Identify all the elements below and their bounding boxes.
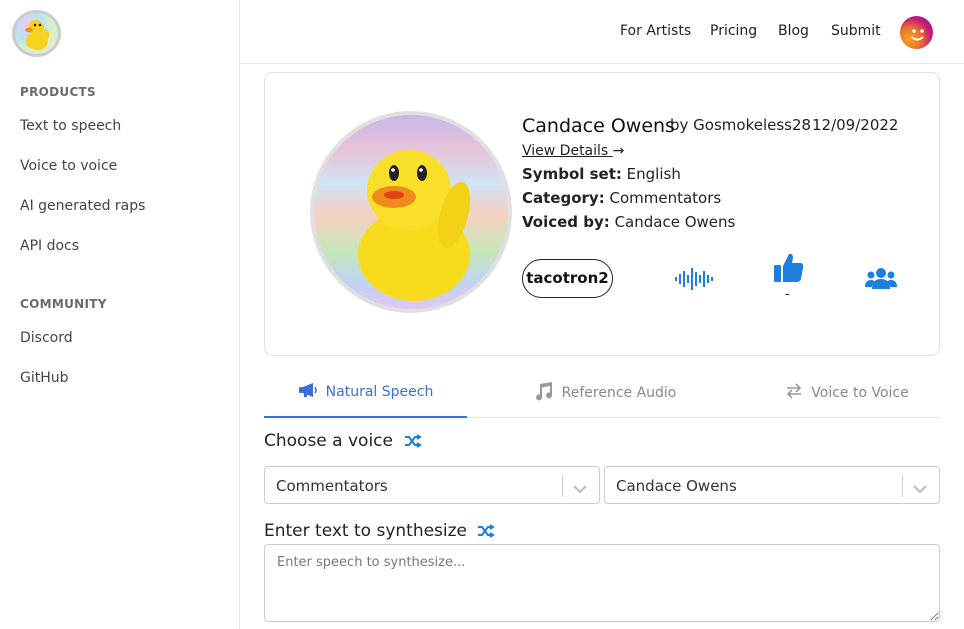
category-select[interactable]: Commentators xyxy=(264,466,600,504)
voice-date: 12/09/2022 xyxy=(812,116,899,134)
tab-voice-to-voice[interactable]: Voice to Voice xyxy=(754,368,940,417)
nav-link-pricing[interactable]: Pricing xyxy=(710,23,757,39)
sidebar: PRODUCTS Text to speech Voice to voice A… xyxy=(0,0,240,629)
chevron-down-icon[interactable] xyxy=(912,480,928,498)
select-divider xyxy=(562,475,563,497)
model-badge: tacotron2 xyxy=(522,259,613,298)
community-section-title: COMMUNITY xyxy=(20,297,107,311)
category-row: Category: Commentators xyxy=(522,189,721,207)
voice-select-value: Candace Owens xyxy=(616,477,737,495)
top-nav-bar: For Artists Pricing Blog Submit xyxy=(240,0,964,64)
nav-link-for-artists[interactable]: For Artists xyxy=(620,23,691,39)
music-note-icon xyxy=(534,381,554,405)
nav-link-submit[interactable]: Submit xyxy=(831,23,881,39)
nav-link-blog[interactable]: Blog xyxy=(778,23,809,39)
speech-text-input[interactable] xyxy=(264,544,940,622)
voice-avatar-duck-image xyxy=(310,111,512,313)
sidebar-item-github[interactable]: GitHub xyxy=(20,370,69,386)
symbol-set-row: Symbol set: English xyxy=(522,165,681,183)
voice-info-card: Candace Owens by Gosmokeless28 12/09/202… xyxy=(264,72,940,356)
megaphone-icon xyxy=(298,382,318,402)
tab-label: Reference Audio xyxy=(561,384,677,401)
sidebar-item-text-to-speech[interactable]: Text to speech xyxy=(20,118,121,134)
sidebar-item-discord[interactable]: Discord xyxy=(20,330,73,346)
category-select-value: Commentators xyxy=(276,477,388,495)
category-label: Category: xyxy=(522,189,605,207)
users-group-icon[interactable] xyxy=(865,266,897,294)
duck-logo-icon[interactable] xyxy=(12,10,61,57)
tab-natural-speech[interactable]: Natural Speech xyxy=(264,368,467,418)
voiced-by-row: Voiced by: Candace Owens xyxy=(522,213,735,231)
chevron-down-icon[interactable] xyxy=(572,480,588,498)
symbol-set-label: Symbol set: xyxy=(522,165,622,183)
voice-select[interactable]: Candace Owens xyxy=(604,466,940,504)
shuffle-text-icon[interactable] xyxy=(477,523,495,542)
voice-name: Candace Owens xyxy=(522,115,675,137)
sidebar-item-ai-generated-raps[interactable]: AI generated raps xyxy=(20,198,145,214)
synthesize-label: Enter text to synthesize xyxy=(264,521,468,541)
sidebar-item-api-docs[interactable]: API docs xyxy=(20,238,79,254)
category-value: Commentators xyxy=(609,189,722,207)
products-section-title: PRODUCTS xyxy=(20,85,96,99)
thumbs-up-icon[interactable] xyxy=(773,251,805,287)
voice-author[interactable]: by Gosmokeless28 xyxy=(670,116,811,134)
audio-waveform-icon[interactable] xyxy=(675,267,713,295)
sidebar-item-voice-to-voice[interactable]: Voice to voice xyxy=(20,158,117,174)
tab-label: Natural Speech xyxy=(325,384,434,400)
symbol-set-value: English xyxy=(626,165,681,183)
choose-voice-label: Choose a voice xyxy=(264,431,393,451)
arrow-right-icon: → xyxy=(612,143,625,159)
tab-reference-audio[interactable]: Reference Audio xyxy=(505,368,705,417)
shuffle-voice-icon[interactable] xyxy=(404,433,422,452)
select-divider xyxy=(902,475,903,497)
synthesis-tabs: Natural Speech Reference Audio Voice to … xyxy=(264,368,940,418)
like-count: - xyxy=(785,287,790,302)
view-details-link[interactable]: View Details → xyxy=(522,143,624,159)
tab-label: Voice to Voice xyxy=(811,384,909,401)
voiced-by-value: Candace Owens xyxy=(614,213,736,231)
swap-arrows-icon xyxy=(785,382,803,403)
voiced-by-label: Voiced by: xyxy=(522,213,610,231)
user-avatar-icon[interactable] xyxy=(900,16,933,49)
view-details-label: View Details xyxy=(522,143,609,159)
